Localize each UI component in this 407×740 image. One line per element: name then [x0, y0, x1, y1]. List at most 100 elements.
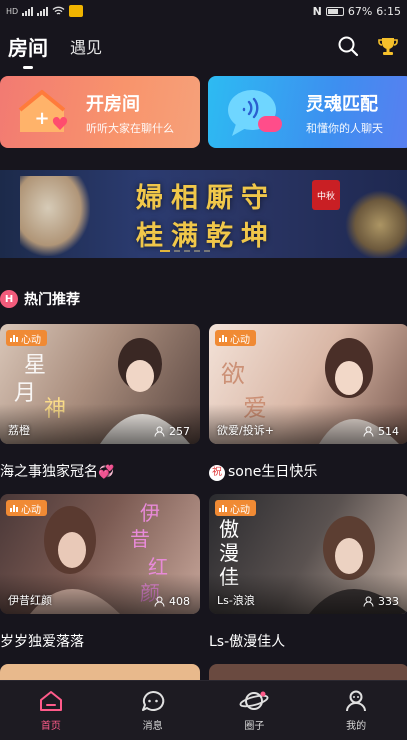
room-card[interactable]: 欲 爱 心动 欲爱/投诉+ 514	[209, 324, 407, 444]
room-badge: 心动	[215, 330, 256, 346]
nav-profile[interactable]: 我的	[305, 681, 407, 740]
tab-meet[interactable]: 遇见	[70, 34, 102, 58]
room-viewer-count: 257	[169, 425, 190, 438]
user-icon	[154, 596, 165, 607]
audio-bars-icon	[219, 334, 227, 342]
audio-bars-icon	[219, 504, 227, 512]
room-viewers: 514	[363, 425, 399, 438]
banner-line-2: 桂满乾坤	[136, 221, 276, 252]
banner-line-1: 婦相厮守	[136, 183, 276, 214]
svg-text:+: +	[34, 108, 49, 129]
status-bar: HD N 67% 6:15	[0, 0, 407, 22]
room-title[interactable]: 岁岁独爱落落	[0, 631, 84, 651]
heart-icon: 💞	[98, 465, 115, 480]
banner-dot-active[interactable]	[160, 250, 170, 252]
room-card-partial[interactable]	[0, 664, 200, 680]
room-viewers: 408	[154, 595, 190, 608]
trophy-icon[interactable]	[377, 35, 399, 57]
svg-text:伊: 伊	[140, 501, 160, 525]
nav-messages[interactable]: 消息	[102, 681, 204, 740]
room-card[interactable]: 傲 漫 佳 心动 Ls-浪浪 333	[209, 494, 407, 614]
room-badge-label: 心动	[21, 504, 41, 516]
bottom-nav: 首页 消息 圈子 我的	[0, 680, 407, 740]
wish-badge-icon: 祝	[209, 465, 225, 481]
room-viewer-count: 333	[378, 595, 399, 608]
banner-dot[interactable]	[204, 250, 210, 252]
app-notification-icon	[69, 5, 84, 17]
room-title-text: 海之事独家冠名	[0, 464, 98, 480]
room-title-text: sone生日快乐	[228, 464, 318, 480]
audio-bars-icon	[10, 334, 18, 342]
room-badge: 心动	[6, 330, 47, 346]
svg-text:傲: 傲	[219, 517, 239, 541]
banner-seal: 中秋	[312, 180, 340, 210]
hot-recommend-header: H 热门推荐	[0, 288, 80, 310]
nav-circle-label: 圈子	[244, 721, 265, 732]
hot-icon: H	[0, 290, 18, 308]
banner-dot[interactable]	[184, 250, 190, 252]
room-viewers: 333	[363, 595, 399, 608]
room-viewers: 257	[154, 425, 190, 438]
svg-text:欲: 欲	[221, 360, 245, 388]
clock-time: 6:15	[376, 4, 401, 18]
nav-home-label: 首页	[40, 721, 61, 732]
status-left: HD	[6, 5, 84, 17]
room-title[interactable]: 祝 sone生日快乐	[209, 461, 317, 481]
house-icon: +	[18, 90, 68, 132]
room-viewer-count: 408	[169, 595, 190, 608]
status-right: N 67% 6:15	[313, 5, 401, 18]
signal-icon	[22, 6, 34, 16]
room-card[interactable]: 星 月 神 心动 荔橙 257	[0, 324, 200, 444]
banner-flower-illustration	[345, 190, 407, 258]
hd-indicator: HD	[6, 6, 19, 16]
nfc-icon: N	[312, 4, 322, 18]
search-icon[interactable]	[337, 35, 359, 57]
room-badge: 心动	[6, 500, 47, 516]
banner-dot[interactable]	[174, 250, 180, 252]
section-title: 热门推荐	[24, 292, 80, 308]
top-nav-actions	[337, 35, 399, 57]
room-card[interactable]: 伊 昔 红 颜 心动 伊昔红颜 408	[0, 494, 200, 614]
tab-rooms[interactable]: 房间	[8, 32, 48, 69]
room-badge-label: 心动	[230, 334, 250, 346]
open-room-subtitle: 听听大家在聊什么	[86, 122, 174, 135]
banner-figure-illustration	[20, 176, 90, 256]
nav-messages-label: 消息	[142, 721, 163, 732]
promo-banner[interactable]: 婦相厮守 桂满乾坤 中秋	[0, 170, 407, 258]
audio-bars-icon	[10, 504, 18, 512]
soul-match-title: 灵魂匹配	[306, 94, 378, 115]
open-room-card[interactable]: + 开房间 听听大家在聊什么	[0, 76, 200, 148]
message-icon	[141, 690, 164, 711]
nav-profile-label: 我的	[346, 721, 367, 732]
battery-percent: 67%	[347, 4, 373, 18]
user-icon	[363, 596, 374, 607]
soul-match-card[interactable]: 灵魂匹配 和懂你的人聊天	[208, 76, 407, 148]
room-host-name: Ls-浪浪	[217, 594, 255, 607]
room-viewer-count: 514	[378, 425, 399, 438]
nav-home[interactable]: 首页	[0, 681, 102, 740]
top-nav: 房间 遇见	[0, 22, 407, 70]
room-title-text: 岁岁独爱落落	[0, 634, 84, 650]
user-icon	[154, 426, 165, 437]
room-card-partial[interactable]	[209, 664, 407, 680]
room-badge: 心动	[215, 500, 256, 516]
signal-icon-2	[37, 6, 49, 16]
battery-icon	[325, 6, 344, 16]
banner-pagination	[160, 250, 210, 252]
room-host-name: 荔橙	[8, 424, 30, 437]
room-host-name: 伊昔红颜	[8, 594, 52, 607]
planet-icon	[239, 691, 269, 710]
chat-bubble-icon	[228, 90, 282, 136]
room-title[interactable]: Ls-傲漫佳人	[209, 631, 285, 651]
room-title[interactable]: 海之事独家冠名💞	[0, 461, 114, 481]
soul-match-subtitle: 和懂你的人聊天	[306, 122, 383, 135]
svg-text:昔: 昔	[130, 527, 150, 551]
banner-dot[interactable]	[194, 250, 200, 252]
room-title-text: Ls-傲漫佳人	[209, 634, 286, 650]
feature-row: + 开房间 听听大家在聊什么 灵魂匹配 和懂你的人聊天	[0, 76, 407, 148]
open-room-title: 开房间	[86, 94, 140, 115]
svg-text:漫: 漫	[219, 541, 239, 565]
nav-circle[interactable]: 圈子	[204, 681, 306, 740]
profile-icon	[346, 690, 367, 712]
room-cover-shade	[0, 404, 200, 444]
